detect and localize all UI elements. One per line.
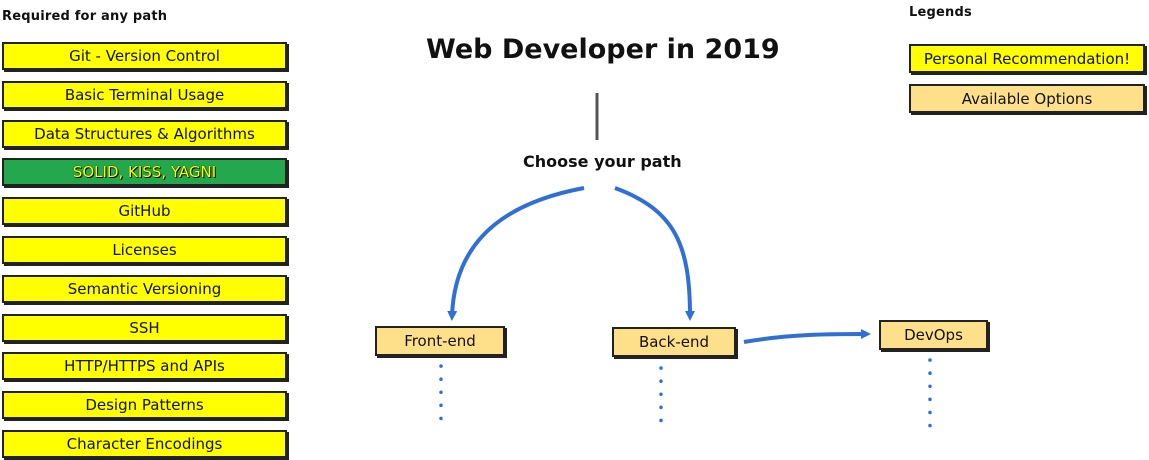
path-frontend[interactable]: Front-end: [375, 326, 505, 356]
arrow-to-devops: [743, 329, 871, 344]
legend-personal-recommendation: Personal Recommendation!: [909, 44, 1145, 73]
path-devops[interactable]: DevOps: [879, 320, 988, 350]
arrow-to-frontend: [447, 186, 585, 321]
legend-available-options: Available Options: [909, 84, 1145, 113]
path-backend[interactable]: Back-end: [612, 327, 736, 357]
choose-path-label: Choose your path: [523, 152, 682, 171]
arrow-to-backend: [614, 186, 695, 321]
legend-heading: Legends: [909, 5, 972, 20]
